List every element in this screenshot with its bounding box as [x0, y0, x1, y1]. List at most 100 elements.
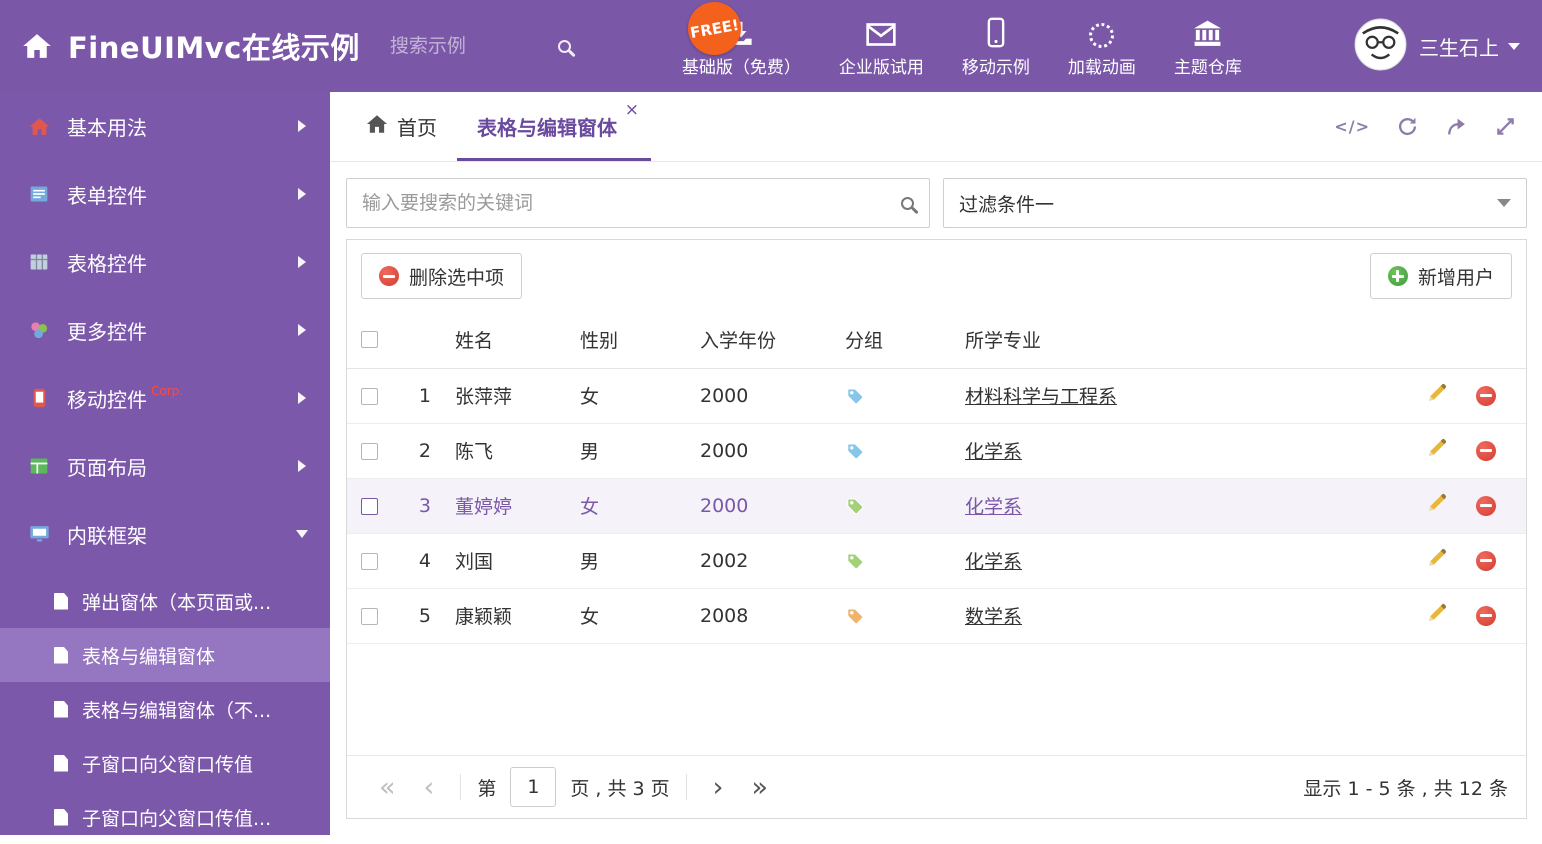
page-icon — [54, 646, 68, 664]
enrollment-year: 2000 — [692, 423, 837, 479]
grid-panel: 删除选中项 新增用户 姓名 性别 入学年份 分组 所学专业 1 张萍萍 女 20… — [346, 239, 1527, 819]
user-menu[interactable]: 三生石上 — [1354, 18, 1520, 75]
nav-item-theme-store[interactable]: 主题仓库 — [1155, 14, 1261, 78]
sidebar-subitems: 弹出窗体（本页面或... 表格与编辑窗体 表格与编辑窗体（不... 子窗口向父窗… — [0, 574, 330, 844]
row-checkbox[interactable] — [361, 552, 378, 570]
edit-icon[interactable] — [1426, 492, 1448, 519]
nav-item-loading-animation[interactable]: 加载动画 — [1049, 14, 1155, 78]
mobile-icon — [986, 14, 1006, 48]
table-row[interactable]: 1 张萍萍 女 2000 材料科学与工程系 — [347, 368, 1526, 424]
col-header-year[interactable]: 入学年份 — [692, 311, 837, 369]
header-search-input[interactable] — [389, 35, 550, 57]
pager-prev-icon[interactable]: ‹ — [424, 774, 435, 801]
minus-circle-icon — [379, 266, 399, 286]
sidebar-item-page-layout[interactable]: 页面布局 — [0, 432, 330, 500]
home-icon — [366, 113, 388, 140]
nav-item-mobile-demo[interactable]: 移动示例 — [943, 14, 1049, 78]
enrollment-year: 2008 — [692, 588, 837, 644]
col-header-name[interactable]: 姓名 — [447, 311, 572, 369]
sidebar-item-grid-controls[interactable]: 表格控件 — [0, 228, 330, 296]
student-name: 陈飞 — [447, 423, 572, 479]
delete-selected-button[interactable]: 删除选中项 — [361, 253, 523, 299]
envelope-icon — [865, 14, 897, 48]
major-link[interactable]: 化学系 — [965, 551, 1022, 573]
edit-icon[interactable] — [1426, 602, 1448, 629]
sidebar-subitem[interactable]: 表格与编辑窗体 — [0, 628, 330, 682]
sidebar-item-iframe[interactable]: 内联框架 — [0, 500, 330, 568]
pager-next-icon[interactable]: › — [713, 774, 724, 801]
filter-dropdown[interactable]: 过滤条件一 — [943, 178, 1527, 228]
row-checkbox[interactable] — [361, 442, 378, 460]
delete-icon[interactable] — [1476, 385, 1496, 406]
edit-icon[interactable] — [1426, 382, 1448, 409]
sidebar-subitem[interactable]: 表格与编辑窗体（不... — [0, 682, 330, 736]
keyword-input[interactable] — [362, 192, 901, 214]
edit-icon[interactable] — [1426, 547, 1448, 574]
pager-last-icon[interactable]: » — [751, 774, 768, 801]
student-gender: 男 — [572, 423, 692, 479]
sidebar-subitem[interactable]: 子窗口向父窗口传值 — [0, 736, 330, 790]
page-icon — [54, 808, 68, 826]
table-row[interactable]: 5 康颖颖 女 2008 数学系 — [347, 588, 1526, 644]
sidebar-item-basic-usage[interactable]: 基本用法 — [0, 92, 330, 160]
sidebar-item-mobile-controls[interactable]: 移动控件 Corp. — [0, 364, 330, 432]
sidebar-subitem[interactable]: 弹出窗体（本页面或... — [0, 574, 330, 628]
col-header-gender[interactable]: 性别 — [572, 311, 692, 369]
app-home-icon[interactable] — [22, 31, 52, 61]
add-user-button[interactable]: 新增用户 — [1369, 253, 1512, 299]
page-suffix: 页 , 共 3 页 — [570, 777, 670, 800]
filter-row: 过滤条件一 — [346, 178, 1527, 228]
table-row[interactable]: 3 董婷婷 女 2000 化学系 — [347, 478, 1526, 534]
tab-grid-edit-window[interactable]: 表格与编辑窗体 × — [457, 92, 651, 161]
source-code-icon[interactable]: </> — [1334, 117, 1370, 136]
chevron-right-icon — [298, 256, 306, 268]
enrollment-year: 2002 — [692, 533, 837, 589]
major-link[interactable]: 化学系 — [965, 496, 1022, 518]
header-nav: 基础版（免费） 企业版试用 移动示例 加载动画 主题仓库 FREE! — [663, 0, 1261, 78]
refresh-icon[interactable] — [1397, 116, 1418, 137]
pager-first-icon[interactable]: « — [379, 774, 396, 801]
row-number: 1 — [402, 368, 447, 424]
col-header-major[interactable]: 所学专业 — [957, 311, 1412, 369]
major-link[interactable]: 材料科学与工程系 — [965, 386, 1117, 408]
nav-item-enterprise-trial[interactable]: 企业版试用 — [820, 14, 943, 78]
keyword-search-box — [346, 178, 930, 228]
row-checkbox[interactable] — [361, 607, 378, 625]
col-header-group[interactable]: 分组 — [837, 311, 957, 369]
page-number-input[interactable] — [510, 767, 557, 807]
add-user-label: 新增用户 — [1417, 266, 1494, 289]
close-icon[interactable]: × — [625, 100, 639, 120]
row-checkbox[interactable] — [361, 387, 378, 405]
search-icon[interactable] — [901, 196, 914, 210]
row-number: 2 — [402, 423, 447, 479]
chevron-right-icon — [298, 120, 306, 132]
sidebar-subitem[interactable]: 子窗口向父窗口传值... — [0, 790, 330, 844]
chevron-right-icon — [298, 188, 306, 200]
select-all-checkbox[interactable] — [361, 331, 378, 349]
edit-icon[interactable] — [1426, 437, 1448, 464]
nav-item-basic-edition[interactable]: 基础版（免费） — [663, 14, 820, 78]
bank-icon — [1192, 14, 1223, 48]
share-icon[interactable] — [1445, 116, 1468, 137]
tab-home[interactable]: 首页 — [346, 92, 457, 161]
table-row[interactable]: 4 刘国 男 2002 化学系 — [347, 533, 1526, 589]
sidebar-item-more-controls[interactable]: 更多控件 — [0, 296, 330, 364]
delete-icon[interactable] — [1476, 495, 1496, 516]
delete-icon[interactable] — [1476, 440, 1496, 461]
expand-icon[interactable] — [1495, 116, 1516, 137]
major-link[interactable]: 化学系 — [965, 441, 1022, 463]
chevron-down-icon — [296, 530, 308, 538]
major-link[interactable]: 数学系 — [965, 606, 1022, 628]
search-icon[interactable] — [557, 39, 571, 53]
tab-home-label: 首页 — [397, 116, 437, 140]
delete-icon[interactable] — [1476, 605, 1496, 626]
student-gender: 女 — [572, 478, 692, 534]
student-name: 董婷婷 — [447, 478, 572, 534]
row-checkbox[interactable] — [361, 497, 378, 515]
sidebar-item-form-controls[interactable]: 表单控件 — [0, 160, 330, 228]
avatar — [1354, 18, 1407, 75]
nav-label: 移动示例 — [961, 58, 1030, 78]
table-row[interactable]: 2 陈飞 男 2000 化学系 — [347, 423, 1526, 479]
delete-icon[interactable] — [1476, 550, 1496, 571]
chevron-right-icon — [298, 392, 306, 404]
